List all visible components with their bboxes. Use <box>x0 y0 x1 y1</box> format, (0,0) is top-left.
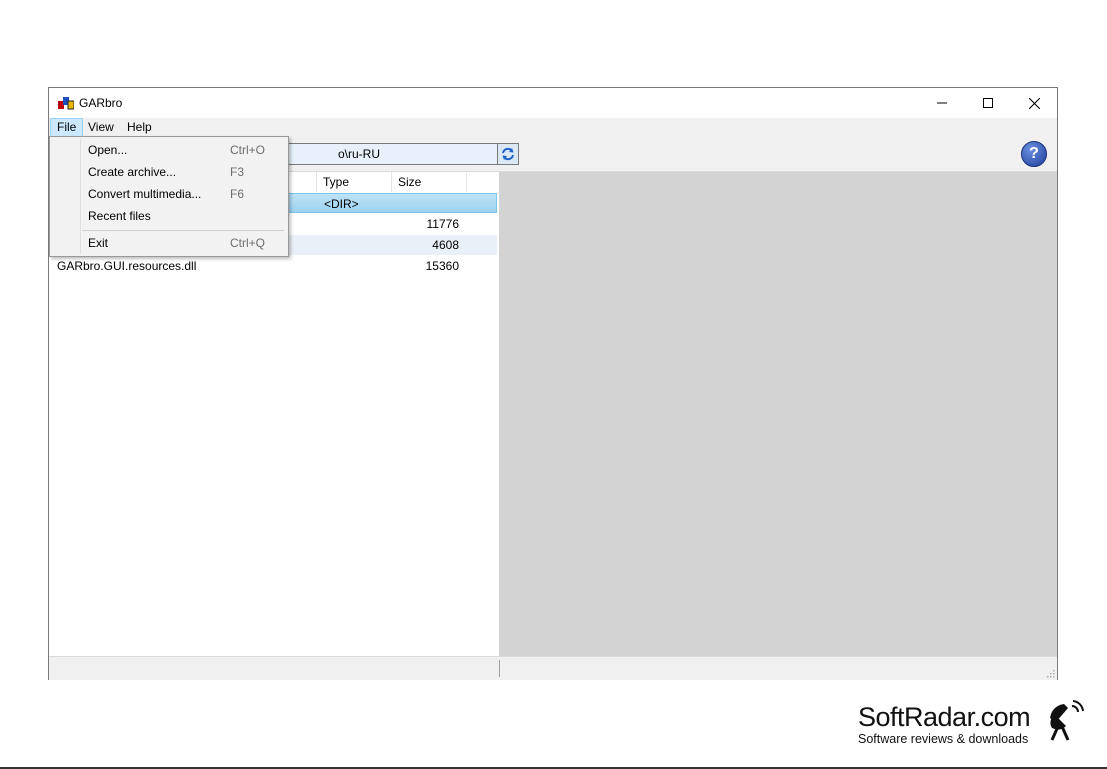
watermark-subtitle: Software reviews & downloads <box>858 732 1029 746</box>
menu-item-exit[interactable]: Exit Ctrl+Q <box>52 233 284 254</box>
close-button[interactable] <box>1011 88 1057 118</box>
maximize-icon <box>983 98 993 108</box>
column-header-type[interactable]: Type <box>317 172 392 192</box>
menu-item-label: Create archive... <box>88 165 177 179</box>
file-size: 11776 <box>426 217 459 231</box>
refresh-button[interactable] <box>497 143 519 165</box>
status-separator <box>499 660 500 677</box>
menu-item-shortcut: F6 <box>230 187 245 201</box>
preview-pane <box>499 172 1057 656</box>
refresh-icon <box>502 147 514 161</box>
menu-separator <box>82 230 284 231</box>
satellite-dish-icon <box>1050 700 1084 741</box>
file-type: <DIR> <box>324 197 359 211</box>
menu-item-create-archive[interactable]: Create archive... F3 <box>52 162 284 183</box>
file-menu-dropdown: Open... Ctrl+O Create archive... F3 Conv… <box>49 136 289 257</box>
minimize-icon <box>937 102 947 104</box>
menu-item-convert-multimedia[interactable]: Convert multimedia... F6 <box>52 184 284 205</box>
path-text: o\ru-RU <box>338 147 381 161</box>
menu-file[interactable]: File <box>50 118 84 137</box>
file-size: 4608 <box>432 238 459 252</box>
help-icon: ? <box>1029 145 1039 162</box>
menu-view[interactable]: View <box>82 119 120 136</box>
menu-item-recent-files[interactable]: Recent files <box>52 206 284 227</box>
menu-help[interactable]: Help <box>121 119 158 136</box>
minimize-button[interactable] <box>919 88 965 118</box>
menu-item-label: Open... <box>88 143 128 157</box>
app-icon <box>58 97 74 110</box>
menu-bar: File View Help <box>49 118 1057 137</box>
menu-item-label: Exit <box>88 236 109 250</box>
file-name: GARbro.GUI.resources.dll <box>57 259 197 273</box>
column-header-size[interactable]: Size <box>392 172 467 192</box>
title-bar: GARbro <box>49 88 1057 118</box>
watermark-title: SoftRadar.com <box>858 702 1031 732</box>
resize-grip-icon[interactable] <box>1045 668 1055 678</box>
help-button[interactable]: ? <box>1021 141 1047 167</box>
menu-item-shortcut: Ctrl+O <box>230 143 266 157</box>
window-title: GARbro <box>79 96 123 110</box>
menu-item-label: Recent files <box>88 209 151 223</box>
table-row[interactable]: GARbro.GUI.resources.dll 15360 <box>49 256 497 276</box>
menu-item-label: Convert multimedia... <box>88 187 202 201</box>
file-size: 15360 <box>425 259 459 273</box>
menu-item-open[interactable]: Open... Ctrl+O <box>52 140 284 161</box>
softradar-watermark: SoftRadar.com Software reviews & downloa… <box>858 702 1031 746</box>
menu-item-shortcut: F3 <box>230 165 245 179</box>
menu-item-shortcut: Ctrl+Q <box>230 236 266 250</box>
status-bar <box>49 656 1057 680</box>
maximize-button[interactable] <box>965 88 1011 118</box>
close-icon <box>1028 97 1040 109</box>
